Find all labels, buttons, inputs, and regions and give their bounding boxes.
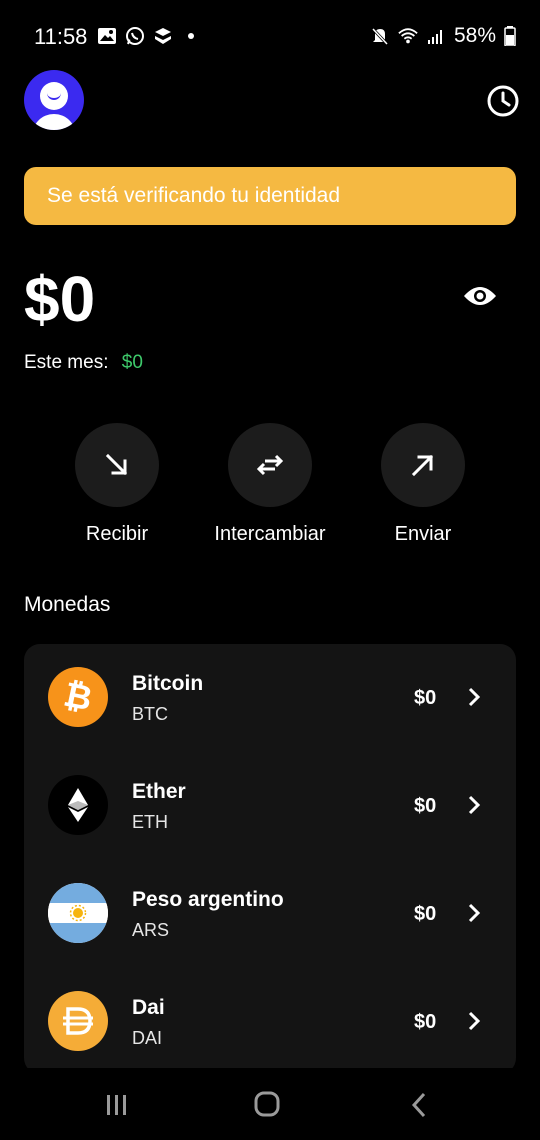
dai-glyph (63, 1007, 93, 1035)
chevron-right-icon (468, 903, 481, 923)
coin-symbol: DAI (132, 1028, 163, 1048)
argentina-flag-glyph (48, 883, 108, 943)
battery-percentage: 58% (453, 24, 496, 47)
chevron-right-icon (468, 795, 481, 815)
system-icons: 58% (370, 24, 516, 48)
send-circle[interactable] (381, 423, 465, 507)
banner-text: Se está verificando tu identidad (47, 184, 341, 207)
coin-name: Bitcoin (132, 672, 204, 695)
arrow-up-right-icon (411, 454, 434, 477)
coins-section-title: Monedas (24, 593, 111, 616)
ethereum-icon (48, 775, 108, 835)
battery-icon (504, 26, 516, 46)
notification-icons (97, 26, 201, 46)
avatar-body (32, 114, 76, 130)
coin-name: Peso argentino (132, 888, 284, 911)
send-label: Enviar (394, 523, 452, 545)
arrow-down-right-icon (105, 453, 128, 476)
swap-icon (256, 454, 284, 476)
receive-label: Recibir (85, 523, 149, 545)
coin-value: $0 (414, 795, 437, 817)
swap-circle[interactable] (228, 423, 312, 507)
coin-row-peso-argentino[interactable]: Peso argentino ARS $0 (24, 860, 516, 968)
swap-label: Intercambiar (214, 523, 326, 545)
coin-row-bitcoin[interactable]: ₿ Bitcoin BTC $0 (24, 644, 516, 752)
gallery-icon (98, 28, 116, 44)
back-icon[interactable] (400, 1090, 440, 1120)
app-notification-icon (155, 28, 171, 44)
coin-value: $0 (414, 687, 437, 709)
recent-apps-icon[interactable] (97, 1090, 137, 1120)
chevron-right-icon (468, 1011, 481, 1031)
more-dot-icon (188, 33, 194, 39)
coin-value: $0 (414, 903, 437, 925)
bitcoin-icon: ₿ (48, 667, 108, 727)
coin-name: Ether (132, 780, 186, 803)
coin-symbol: ARS (132, 920, 170, 940)
month-label: Este mes: (24, 352, 109, 373)
receive-button[interactable]: Recibir (37, 423, 197, 546)
status-bar: 11:58 58% (0, 0, 540, 72)
dai-icon (48, 991, 108, 1051)
swap-button[interactable]: Intercambiar (190, 423, 350, 546)
clock-icon[interactable] (486, 84, 520, 118)
month-value: $0 (121, 352, 143, 373)
coin-row-ether[interactable]: Ether ETH $0 (24, 752, 516, 860)
coin-row-dai[interactable]: Dai DAI $0 (24, 968, 516, 1074)
month-summary: Este mes: $0 (24, 352, 143, 374)
coins-list: ₿ Bitcoin BTC $0 Ether ETH $0 Peso argen… (24, 644, 516, 1074)
whatsapp-icon (126, 27, 144, 45)
argentina-flag-icon (48, 883, 108, 943)
signal-icon (427, 30, 442, 44)
wifi-icon (398, 28, 418, 44)
coin-name: Dai (132, 996, 165, 1019)
balance-amount: $0 (24, 263, 96, 335)
chevron-right-icon (468, 687, 481, 707)
eye-icon[interactable] (462, 282, 498, 310)
receive-circle[interactable] (75, 423, 159, 507)
status-time: 11:58 (34, 24, 88, 49)
system-nav-bar (0, 1068, 540, 1140)
coin-value: $0 (414, 1011, 437, 1033)
coin-symbol: BTC (132, 704, 168, 724)
ethereum-glyph (68, 788, 88, 822)
mute-icon (371, 27, 389, 46)
coin-symbol: ETH (132, 812, 168, 832)
user-avatar[interactable] (24, 70, 84, 130)
send-button[interactable]: Enviar (343, 423, 503, 546)
home-icon[interactable] (247, 1090, 287, 1120)
identity-verification-banner[interactable]: Se está verificando tu identidad (24, 167, 516, 225)
